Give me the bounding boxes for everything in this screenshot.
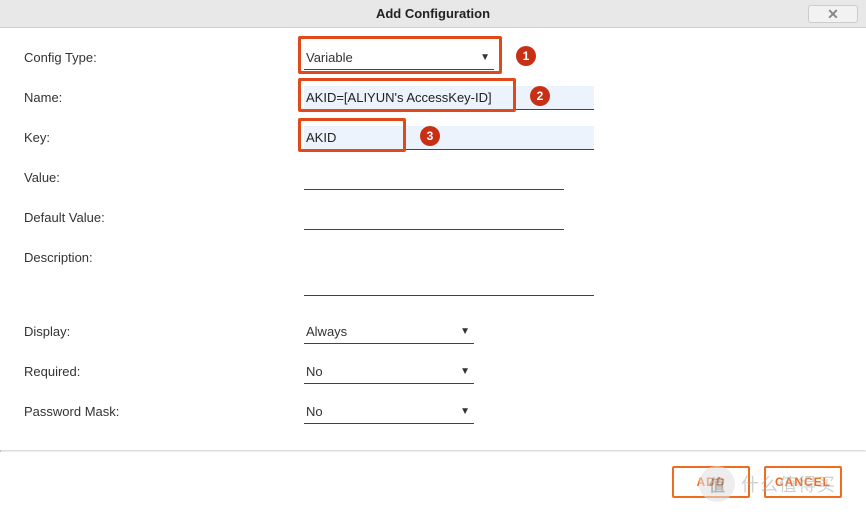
display-value: Always [304, 320, 474, 343]
row-display: Display: Always ▼ [24, 320, 842, 346]
label-name: Name: [24, 86, 304, 105]
row-config-type: Config Type: Variable ▼ 1 [24, 46, 842, 72]
label-display: Display: [24, 320, 304, 339]
field-default-value [304, 206, 604, 230]
label-default-value: Default Value: [24, 206, 304, 225]
row-required: Required: No ▼ [24, 360, 842, 386]
row-default-value: Default Value: [24, 206, 842, 232]
dialog-title: Add Configuration [376, 6, 490, 21]
label-key: Key: [24, 126, 304, 145]
password-mask-select[interactable]: No ▼ [304, 400, 474, 424]
row-value: Value: [24, 166, 842, 192]
add-button[interactable]: ADD [672, 466, 750, 498]
label-value: Value: [24, 166, 304, 185]
field-key: 3 [304, 126, 604, 150]
callout-2: 2 [530, 86, 550, 106]
row-name: Name: 2 [24, 86, 842, 112]
description-input[interactable] [304, 246, 594, 296]
required-select[interactable]: No ▼ [304, 360, 474, 384]
config-type-value: Variable [304, 46, 494, 69]
field-password-mask: No ▼ [304, 400, 604, 424]
callout-1: 1 [516, 46, 536, 66]
password-mask-value: No [304, 400, 474, 423]
default-value-input[interactable] [304, 206, 564, 230]
field-description [304, 246, 594, 299]
field-required: No ▼ [304, 360, 604, 384]
field-display: Always ▼ [304, 320, 604, 344]
required-value: No [304, 360, 474, 383]
value-input[interactable] [304, 166, 564, 190]
row-description: Description: [24, 246, 842, 306]
label-password-mask: Password Mask: [24, 400, 304, 419]
dialog-titlebar: Add Configuration ✕ [0, 0, 866, 28]
row-key: Key: 3 [24, 126, 842, 152]
cancel-button[interactable]: CANCEL [764, 466, 842, 498]
field-name: 2 [304, 86, 604, 110]
label-config-type: Config Type: [24, 46, 304, 65]
dialog-footer: ADD CANCEL [0, 452, 866, 512]
label-description: Description: [24, 246, 304, 265]
label-required: Required: [24, 360, 304, 379]
name-input[interactable] [304, 86, 594, 110]
key-input[interactable] [304, 126, 594, 150]
config-type-select[interactable]: Variable ▼ [304, 46, 494, 70]
field-value [304, 166, 604, 190]
field-config-type: Variable ▼ 1 [304, 46, 604, 70]
close-icon: ✕ [827, 6, 839, 23]
close-button[interactable]: ✕ [808, 5, 858, 23]
display-select[interactable]: Always ▼ [304, 320, 474, 344]
row-password-mask: Password Mask: No ▼ [24, 400, 842, 426]
form-area: Config Type: Variable ▼ 1 Name: 2 Key: 3… [0, 28, 866, 450]
callout-3: 3 [420, 126, 440, 146]
